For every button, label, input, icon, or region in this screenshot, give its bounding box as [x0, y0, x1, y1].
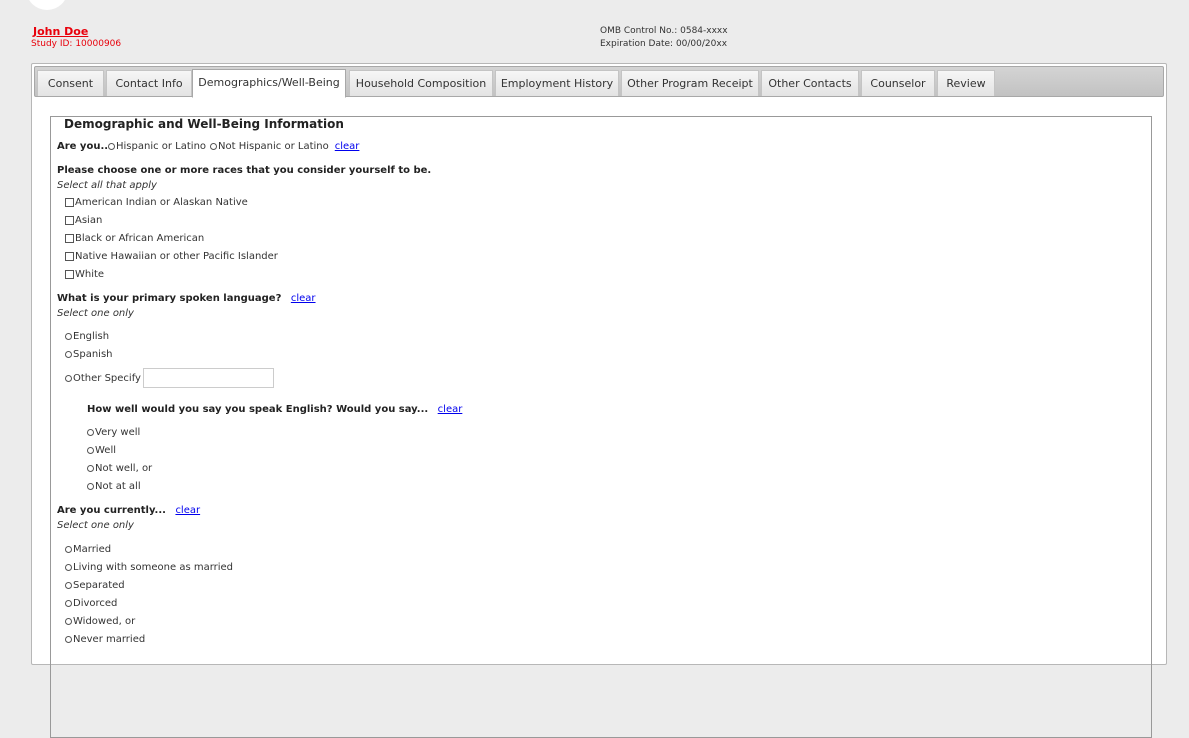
race-option-white[interactable]: White	[65, 269, 104, 280]
checkbox-icon[interactable]	[65, 270, 74, 279]
language-question: What is your primary spoken language? cl…	[57, 293, 316, 304]
option-label: Never married	[73, 634, 146, 645]
checkbox-icon[interactable]	[65, 234, 74, 243]
option-label: Living with someone as married	[73, 562, 234, 573]
option-label: Divorced	[73, 598, 118, 609]
section-title: Demographic and Well-Being Information	[60, 117, 348, 131]
checkbox-icon[interactable]	[65, 216, 74, 225]
option-label: Not Hispanic or Latino	[218, 141, 329, 152]
marital-option-never-married[interactable]: Never married	[65, 634, 145, 645]
tab-employment-history[interactable]: Employment History	[495, 70, 619, 96]
option-label: Widowed, or	[73, 616, 136, 627]
marital-clear-link[interactable]: clear	[175, 505, 200, 516]
omb-info: OMB Control No.: 0584-xxxx Expiration Da…	[600, 25, 728, 51]
language-option-english[interactable]: English	[65, 331, 109, 342]
option-label: Hispanic or Latino	[116, 141, 207, 152]
option-label: Well	[95, 445, 117, 456]
race-option-asian[interactable]: Asian	[65, 215, 102, 226]
radio-icon[interactable]	[65, 564, 72, 571]
option-label: Not at all	[95, 481, 141, 492]
english-option-not-well[interactable]: Not well, or	[87, 463, 152, 474]
race-option-native-hawaiian[interactable]: Native Hawaiian or other Pacific Islande…	[65, 251, 278, 262]
marital-question-label: Are you currently...	[57, 505, 166, 516]
option-label: Spanish	[73, 349, 113, 360]
english-option-well[interactable]: Well	[87, 445, 116, 456]
english-question: How well would you say you speak English…	[87, 404, 462, 415]
option-label: Separated	[73, 580, 125, 591]
expiration-date: Expiration Date: 00/00/20xx	[600, 39, 728, 49]
language-question-label: What is your primary spoken language?	[57, 293, 282, 304]
marital-hint: Select one only	[57, 520, 134, 531]
radio-icon[interactable]	[65, 546, 72, 553]
radio-icon[interactable]	[65, 374, 72, 382]
ethnicity-question-label: Are you...	[57, 141, 112, 152]
radio-icon[interactable]	[87, 447, 94, 454]
english-option-very-well[interactable]: Very well	[87, 427, 140, 438]
language-option-other[interactable]: Other Specify	[65, 368, 274, 388]
radio-icon[interactable]	[108, 143, 115, 150]
demographics-fieldset	[50, 116, 1152, 738]
tab-bar: Consent Contact Info Demographics/Well-B…	[34, 66, 1164, 98]
radio-icon[interactable]	[87, 429, 94, 436]
tab-counselor[interactable]: Counselor	[861, 70, 935, 96]
checkbox-icon[interactable]	[65, 198, 74, 207]
tab-consent[interactable]: Consent	[37, 70, 104, 96]
logo	[26, 0, 68, 10]
language-hint: Select one only	[57, 308, 134, 319]
omb-control-number: OMB Control No.: 0584-xxxx	[600, 26, 728, 36]
radio-icon[interactable]	[65, 333, 72, 340]
option-label: Black or African American	[75, 233, 205, 244]
ethnicity-question: Are you...	[57, 141, 112, 152]
radio-icon[interactable]	[87, 465, 94, 472]
english-option-not-at-all[interactable]: Not at all	[87, 481, 141, 492]
language-option-spanish[interactable]: Spanish	[65, 349, 113, 360]
language-clear-link[interactable]: clear	[291, 293, 316, 304]
option-label: English	[73, 331, 110, 342]
option-label: American Indian or Alaskan Native	[75, 197, 248, 208]
race-question: Please choose one or more races that you…	[57, 165, 432, 176]
ethnicity-option-not-hispanic[interactable]: Not Hispanic or Latino clear	[210, 141, 359, 152]
radio-icon[interactable]	[65, 618, 72, 625]
option-label: Very well	[95, 427, 141, 438]
marital-option-widowed[interactable]: Widowed, or	[65, 616, 135, 627]
ethnicity-clear-link[interactable]: clear	[335, 141, 360, 152]
marital-option-married[interactable]: Married	[65, 544, 111, 555]
user-name-link[interactable]: John Doe	[33, 25, 88, 38]
race-option-american-indian[interactable]: American Indian or Alaskan Native	[65, 197, 248, 208]
study-id: Study ID: 10000906	[31, 39, 122, 49]
option-label: Not well, or	[95, 463, 153, 474]
tab-review[interactable]: Review	[937, 70, 995, 96]
radio-icon[interactable]	[210, 143, 217, 150]
option-label: White	[75, 269, 105, 280]
radio-icon[interactable]	[87, 483, 94, 490]
option-label: Native Hawaiian or other Pacific Islande…	[75, 251, 278, 262]
other-language-input[interactable]	[142, 368, 274, 388]
option-label: Married	[73, 544, 112, 555]
marital-option-living-with[interactable]: Living with someone as married	[65, 562, 233, 573]
radio-icon[interactable]	[65, 582, 72, 589]
option-label: Asian	[75, 215, 103, 226]
checkbox-icon[interactable]	[65, 252, 74, 261]
form-panel: Consent Contact Info Demographics/Well-B…	[31, 63, 1167, 738]
tab-household-composition[interactable]: Household Composition	[349, 70, 493, 96]
ethnicity-option-hispanic[interactable]: Hispanic or Latino	[108, 141, 206, 152]
race-hint: Select all that apply	[57, 180, 157, 191]
marital-option-divorced[interactable]: Divorced	[65, 598, 117, 609]
marital-question: Are you currently... clear	[57, 505, 200, 516]
race-option-black[interactable]: Black or African American	[65, 233, 204, 244]
english-clear-link[interactable]: clear	[438, 404, 463, 415]
radio-icon[interactable]	[65, 600, 72, 607]
radio-icon[interactable]	[65, 351, 72, 358]
tab-demographics[interactable]: Demographics/Well-Being	[192, 69, 346, 98]
tab-other-program-receipt[interactable]: Other Program Receipt	[621, 70, 759, 96]
tab-other-contacts[interactable]: Other Contacts	[761, 70, 859, 96]
option-label: Other Specify	[73, 372, 141, 384]
english-question-label: How well would you say you speak English…	[87, 404, 429, 415]
radio-icon[interactable]	[65, 636, 72, 643]
marital-option-separated[interactable]: Separated	[65, 580, 125, 591]
tab-contact-info[interactable]: Contact Info	[106, 70, 192, 96]
